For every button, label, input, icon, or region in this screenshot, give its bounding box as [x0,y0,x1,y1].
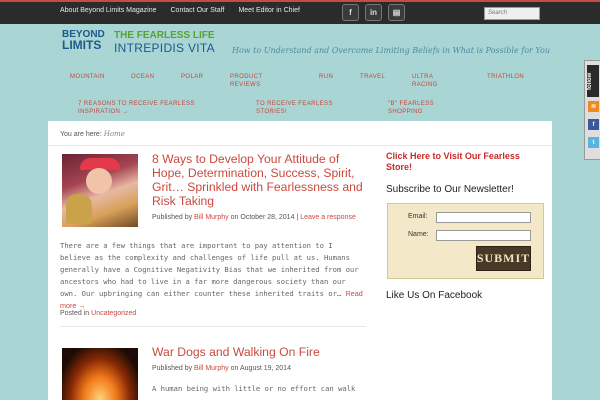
nav-item-product-reviews[interactable]: PRODUCT REVIEWS [230,73,270,89]
logo-title2: INTREPIDIS VITA [114,41,215,55]
post-meta: Published by Bill Murphy on August 19, 2… [152,364,291,374]
posted-in-label: Posted in [60,310,90,317]
email-field[interactable] [436,212,531,223]
nav-item-polar[interactable]: POLAR [181,73,203,81]
thumbnail-face [86,168,112,194]
linkedin-icon[interactable]: in [365,4,382,21]
post-author-link[interactable]: Bill Murphy [194,214,229,221]
newsletter-form: Email: Name: SUBMIT [387,203,544,279]
post-excerpt: A human being with little or no effort c… [152,384,356,393]
logo-wordmark: BEYOND LIMITS [62,29,105,51]
breadcrumb-divider [48,145,552,146]
leave-response-link[interactable]: Leave a response [300,214,356,221]
post-excerpt: There are a few things that are importan… [60,240,366,312]
thumbnail-trophy [66,194,92,224]
post-thumbnail[interactable] [62,154,138,227]
post-excerpt-text: There are a few things that are importan… [60,241,359,298]
post-meta: Published by Bill Murphy on October 28, … [152,213,362,223]
meta-separator: | [296,214,299,221]
nav-item-run[interactable]: RUN [319,73,333,81]
nav-item-ultra-racing[interactable]: ULTRA RACING [412,73,442,89]
breadcrumb: You are here: Home [60,130,125,138]
twitter-icon[interactable]: t [588,137,599,148]
meta-on: on [230,365,239,372]
facebook-heading: Like Us On Facebook [386,290,483,301]
site-logo[interactable]: BEYOND LIMITS THE FEARLESS LIFE INTREPID… [62,29,215,57]
post-title[interactable]: War Dogs and Walking On Fire [152,345,374,359]
nav-item-fearless-stories[interactable]: TO RECEIVE FEARLESS STORIES! [256,100,336,116]
cart-icon[interactable]: ▤ [388,4,405,21]
nav-item-triathlon[interactable]: TRIATHLON [487,73,524,81]
post-title[interactable]: 8 Ways to Develop Your Attitude of Hope,… [152,152,374,208]
name-field[interactable] [436,230,531,241]
top-nav-about[interactable]: About Beyond Limits Magazine [60,7,157,14]
logo-title1: THE FEARLESS LIFE [114,30,215,41]
top-nav-contact[interactable]: Contact Our Staff [171,7,225,14]
nav-item-7-reasons[interactable]: 7 REASONS TO RECEIVE FEARLESS INSPIRATIO… [78,100,196,116]
nav-item-ocean[interactable]: OCEAN [131,73,154,81]
site-tagline: How to Understand and Overcome Limiting … [232,46,550,55]
breadcrumb-prefix: You are here: [60,131,102,138]
rss-icon[interactable]: ≋ [588,101,599,112]
store-link[interactable]: Click Here to Visit Our Fearless Store! [386,151,546,173]
submit-button[interactable]: SUBMIT [476,246,531,271]
newsletter-heading: Subscribe to Our Newsletter! [386,184,514,195]
post-category: Posted in Uncategorized [60,310,136,317]
name-label: Name: [408,231,429,238]
top-nav: About Beyond Limits Magazine Contact Our… [60,7,300,14]
search-input[interactable]: Search [484,7,540,20]
nav-item-travel[interactable]: TRAVEL [360,73,385,81]
category-link[interactable]: Uncategorized [91,310,136,317]
nav-item-mountain[interactable]: MOUNTAIN [70,73,105,81]
facebook-icon[interactable]: f [588,119,599,130]
follow-widget: follow ≋ f t [584,60,600,160]
logo-line2: LIMITS [62,38,102,52]
meta-published-by: Published by [152,365,193,372]
follow-label[interactable]: follow [587,65,599,97]
social-links: f in ▤ [342,4,405,21]
facebook-icon[interactable]: f [342,4,359,21]
post-date: October 28, 2014 [240,214,295,221]
content-card: You are here: Home 8 Ways to Develop You… [48,121,552,400]
meta-on: on [230,214,239,221]
email-label: Email: [408,213,428,220]
post-date: August 19, 2014 [239,365,291,372]
post-divider [60,326,366,327]
top-nav-editor[interactable]: Meet Editor in Chief [238,7,299,14]
breadcrumb-home[interactable]: Home [104,130,125,138]
post-author-link[interactable]: Bill Murphy [194,365,229,372]
top-bar: About Beyond Limits Magazine Contact Our… [0,0,600,24]
nav-item-fearless-shopping[interactable]: "B" FEARLESS SHOPPING [388,100,448,116]
post-thumbnail[interactable] [62,348,138,400]
meta-published-by: Published by [152,214,193,221]
